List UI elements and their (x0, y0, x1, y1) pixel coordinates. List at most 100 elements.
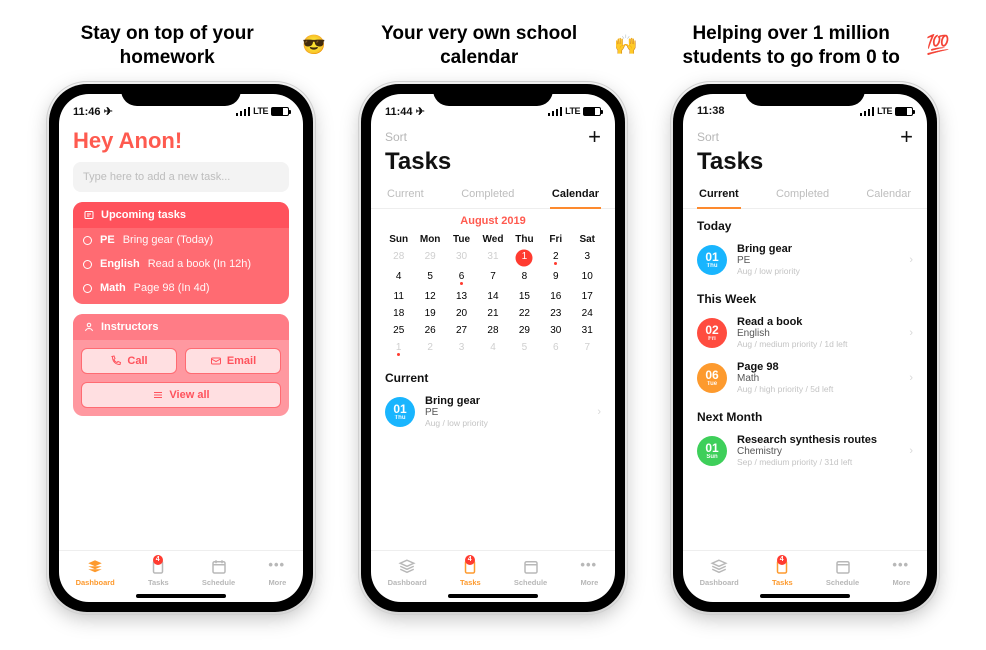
new-task-input[interactable]: Type here to add a new task... (73, 162, 289, 192)
seg-completed[interactable]: Completed (774, 182, 831, 208)
section-this-week: This Week (683, 282, 927, 310)
headline-2: Your very own school calendar🙌 (348, 20, 638, 72)
tab-dashboard[interactable]: Dashboard (700, 558, 739, 587)
calendar: August 2019 SunMonTueWedThuFriSat 282930… (371, 209, 615, 361)
seg-current[interactable]: Current (385, 182, 426, 208)
calendar-month: August 2019 (383, 215, 603, 227)
radio-icon (83, 236, 92, 245)
tab-more[interactable]: •••More (580, 558, 598, 587)
task-row[interactable]: English Read a book (In 12h) (73, 252, 289, 276)
sunglasses-emoji: 😎 (302, 34, 326, 58)
chevron-right-icon: › (909, 254, 913, 266)
tab-schedule[interactable]: Schedule (826, 558, 859, 587)
view-all-button[interactable]: View all (81, 382, 281, 408)
segment-control: Current Completed Calendar (683, 182, 927, 209)
date-badge: 02Fri (697, 318, 727, 348)
date-badge: 06Tue (697, 363, 727, 393)
task-row[interactable]: PE Bring gear (Today) (73, 228, 289, 252)
seg-calendar[interactable]: Calendar (550, 182, 601, 209)
calendar-today[interactable]: 1 (509, 248, 540, 268)
tab-tasks[interactable]: 4Tasks (460, 558, 481, 587)
task-item[interactable]: 01Thu Bring gearPEAug / low priority › (371, 389, 615, 434)
mail-icon (210, 355, 222, 367)
tab-tasks[interactable]: 4Tasks (148, 558, 169, 587)
task-item[interactable]: 06Tue Page 98MathAug / high priority / 5… (683, 355, 927, 400)
tab-dashboard[interactable]: Dashboard (388, 558, 427, 587)
date-badge: 01Thu (697, 245, 727, 275)
instructors-header: Instructors (73, 314, 289, 340)
seg-calendar[interactable]: Calendar (864, 182, 913, 208)
sort-button[interactable]: Sort (385, 130, 407, 144)
tab-schedule[interactable]: Schedule (202, 558, 235, 587)
chevron-right-icon: › (909, 327, 913, 339)
phone-frame-2: 11:44 ✈︎ LTE Sort+ Tasks Current Complet… (361, 84, 625, 612)
page-title: Tasks (371, 148, 615, 182)
panel-2: Your very own school calendar🙌 11:44 ✈︎ … (348, 20, 638, 612)
stack-icon (710, 558, 728, 576)
segment-control: Current Completed Calendar (371, 182, 615, 209)
upcoming-header: Upcoming tasks (73, 202, 289, 228)
clock: 11:46 ✈︎ (73, 105, 113, 118)
notch (433, 84, 553, 106)
tab-more[interactable]: •••More (268, 558, 286, 587)
panel-3: Helping over 1 million students to go fr… (660, 20, 950, 612)
call-button[interactable]: Call (81, 348, 177, 374)
badge-count: 4 (777, 555, 787, 565)
email-button[interactable]: Email (185, 348, 281, 374)
tab-tasks[interactable]: 4Tasks (772, 558, 793, 587)
battery-icon (895, 107, 913, 116)
signal-icon (236, 107, 250, 116)
more-icon: ••• (580, 558, 598, 576)
badge-count: 4 (153, 555, 163, 565)
notch (745, 84, 865, 106)
phone-frame-3: 11:38 LTE Sort+ Tasks Current Completed … (673, 84, 937, 612)
signal-icon (860, 107, 874, 116)
section-next-month: Next Month (683, 400, 927, 428)
date-badge: 01Thu (385, 397, 415, 427)
seg-current[interactable]: Current (697, 182, 741, 209)
person-icon (83, 321, 95, 333)
home-indicator (760, 594, 850, 598)
hundred-emoji: 💯 (926, 34, 950, 58)
tab-schedule[interactable]: Schedule (514, 558, 547, 587)
task-item[interactable]: 02Fri Read a bookEnglishAug / medium pri… (683, 310, 927, 355)
greeting: Hey Anon! (59, 124, 303, 162)
chevron-right-icon: › (909, 372, 913, 384)
chevron-right-icon: › (597, 406, 601, 418)
app-store-screenshots: Stay on top of your homework😎 11:46 ✈︎ L… (0, 0, 986, 632)
tab-dashboard[interactable]: Dashboard (76, 558, 115, 587)
battery-icon (583, 107, 601, 116)
notch (121, 84, 241, 106)
panel-1: Stay on top of your homework😎 11:46 ✈︎ L… (36, 20, 326, 612)
seg-completed[interactable]: Completed (459, 182, 516, 208)
tab-more[interactable]: •••More (892, 558, 910, 587)
date-badge: 01Sun (697, 436, 727, 466)
radio-icon (83, 284, 92, 293)
stack-icon (86, 558, 104, 576)
page-title: Tasks (683, 148, 927, 182)
task-item[interactable]: 01Thu Bring gearPEAug / low priority › (683, 237, 927, 282)
home-indicator (448, 594, 538, 598)
add-button[interactable]: + (588, 126, 601, 148)
checklist-icon (83, 209, 95, 221)
task-item[interactable]: 01Sun Research synthesis routesChemistry… (683, 428, 927, 473)
section-current: Current (371, 361, 615, 389)
instructors-card: Instructors Call Email (73, 314, 289, 416)
sort-button[interactable]: Sort (697, 130, 719, 144)
task-row[interactable]: Math Page 98 (In 4d) (73, 276, 289, 304)
phone-frame-1: 11:46 ✈︎ LTE Hey Anon! Type here to add … (49, 84, 313, 612)
add-button[interactable]: + (900, 126, 913, 148)
clock: 11:44 ✈︎ (385, 105, 425, 118)
home-indicator (136, 594, 226, 598)
headline-3: Helping over 1 million students to go fr… (660, 20, 950, 72)
headline-1: Stay on top of your homework😎 (36, 20, 326, 72)
calendar-icon (210, 558, 228, 576)
calendar-icon (834, 558, 852, 576)
section-today: Today (683, 209, 927, 237)
badge-count: 4 (465, 555, 475, 565)
battery-icon (271, 107, 289, 116)
stack-icon (398, 558, 416, 576)
radio-icon (83, 260, 92, 269)
hands-emoji: 🙌 (614, 34, 638, 58)
phone-icon (110, 355, 122, 367)
